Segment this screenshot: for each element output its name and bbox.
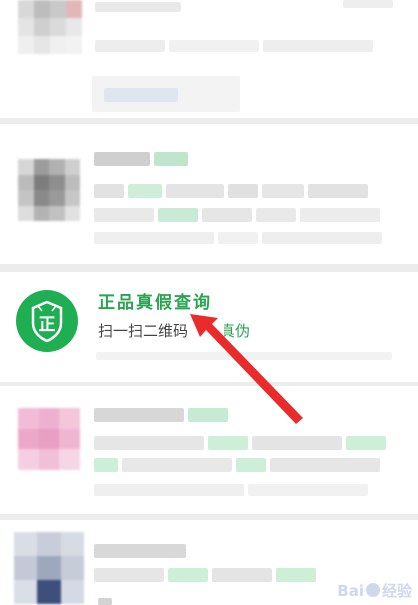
watermark-text: Bai xyxy=(337,582,364,600)
shield-zheng-icon[interactable]: 正 xyxy=(16,290,78,352)
blurred-text-line xyxy=(94,232,404,244)
blurred-avatar-4 xyxy=(18,408,80,470)
blurred-text-line xyxy=(94,408,244,422)
list-card-2[interactable] xyxy=(0,124,418,264)
blurred-text-line xyxy=(98,598,112,605)
blurred-text-line xyxy=(94,184,404,198)
description-part-a: 扫一扫二维码 xyxy=(98,322,189,340)
blurred-text-line xyxy=(94,152,194,166)
logo-glyph: 正 xyxy=(39,315,56,335)
item-description: 扫一扫二维码产品真伪 xyxy=(98,320,250,341)
blurred-avatar-2 xyxy=(18,159,80,221)
blurred-text-line xyxy=(94,458,394,472)
blurred-text-line xyxy=(95,2,185,12)
watermark-suffix: 经验 xyxy=(381,582,412,600)
blurred-avatar-1 xyxy=(18,0,82,54)
blurred-text-line xyxy=(96,352,396,360)
blurred-avatar-5 xyxy=(14,532,84,604)
blurred-tag xyxy=(104,88,178,102)
blurred-text-line xyxy=(95,40,395,52)
blurred-text-line xyxy=(343,0,393,8)
arrow-occlusion xyxy=(188,320,224,342)
blurred-text-line xyxy=(94,436,394,450)
list-card-1[interactable] xyxy=(0,0,418,118)
baidu-paw-icon xyxy=(365,583,380,597)
list-card-4[interactable] xyxy=(0,386,418,514)
blurred-text-line xyxy=(94,484,394,496)
item-title[interactable]: 正品真假查询 xyxy=(98,288,212,313)
blurred-text-line xyxy=(94,544,194,558)
blurred-text-line xyxy=(94,208,404,222)
baidu-watermark: Bai 经验 xyxy=(337,580,412,601)
